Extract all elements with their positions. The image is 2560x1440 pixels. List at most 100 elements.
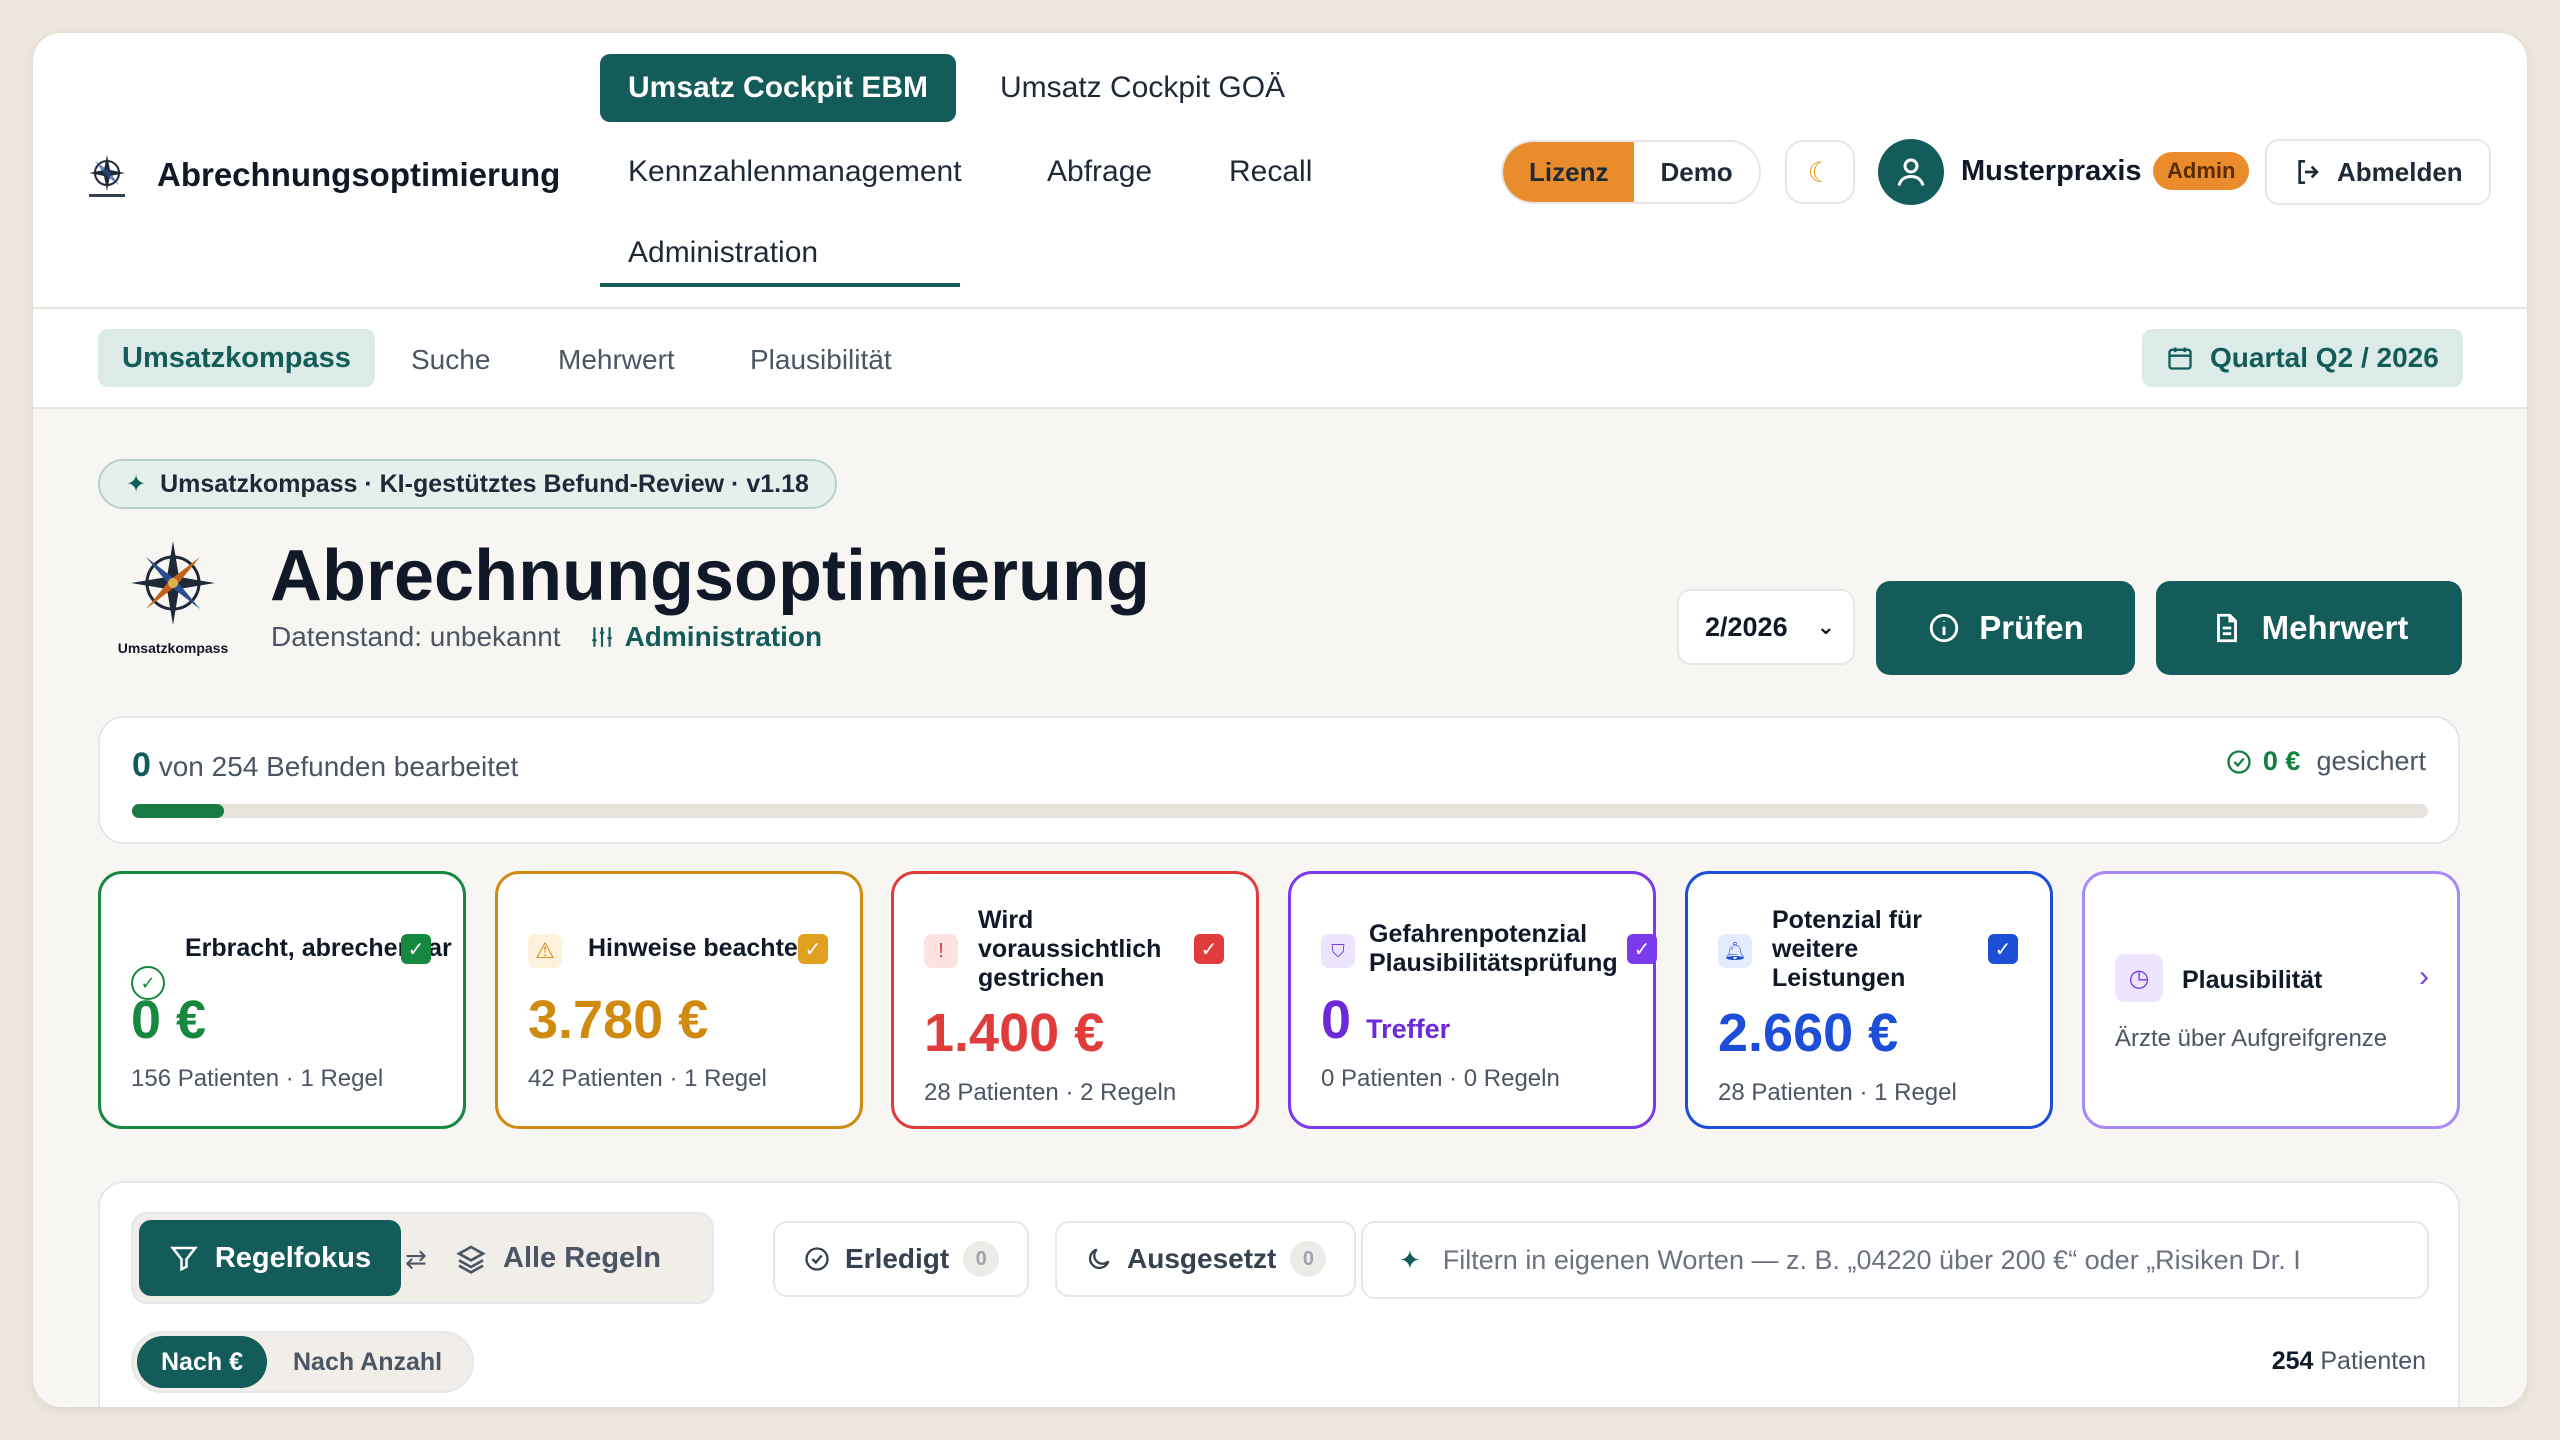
- app-title: Abrechnungsoptimierung: [157, 156, 561, 193]
- alle-regeln-button[interactable]: Alle Regeln: [455, 1242, 661, 1275]
- kpi-subtitle: 42 Patienten · 1 Regel: [528, 1065, 767, 1092]
- checkmark-icon: ✓: [407, 938, 425, 961]
- demo-button[interactable]: Demo: [1634, 142, 1758, 202]
- kpi-card-gestrichen[interactable]: ! Wird voraussichtlich gestrichen ✓ 1.40…: [891, 871, 1259, 1129]
- sparkle-icon: ✦: [1399, 1244, 1421, 1275]
- patient-count: 254 Patienten: [2272, 1347, 2426, 1376]
- user-name: Musterpraxis: [1961, 155, 2142, 187]
- tab-umsatzkompass[interactable]: Umsatzkompass: [98, 329, 375, 387]
- kpi-value: 0 Treffer: [1321, 989, 1450, 1051]
- layers-icon: [456, 1244, 486, 1274]
- nav-umsatz-cockpit-ebm[interactable]: Umsatz Cockpit EBM: [600, 54, 957, 122]
- dark-mode-toggle[interactable]: ☾: [1785, 140, 1855, 204]
- kpi-card-erbracht[interactable]: ✓ Erbracht, abrechenbar ✓ 0 € 156 Patien…: [98, 871, 466, 1129]
- kpi-checkbox[interactable]: ✓: [401, 934, 431, 964]
- user-avatar[interactable]: [1878, 139, 1944, 205]
- quarter-label: Quartal Q2 / 2026: [2210, 342, 2439, 373]
- clock-icon: ◷: [2115, 954, 2163, 1002]
- kpi-card-plausibilitaet[interactable]: ◷ Plausibilität › Ärzte über Aufgreifgre…: [2082, 871, 2460, 1129]
- brand[interactable]: Abrechnungsoptimierung: [81, 149, 560, 201]
- kpi-card-hinweise[interactable]: ⚠ Hinweise beachten ✓ 3.780 € 42 Patient…: [495, 871, 863, 1129]
- chevron-right-icon: ›: [2419, 960, 2429, 993]
- secured-amount: 0 € gesichert: [2225, 746, 2426, 777]
- checkmark-icon: ✓: [804, 938, 822, 961]
- sort-by-euro-button[interactable]: Nach €: [137, 1336, 267, 1388]
- data-status: Datenstand: unbekannt: [271, 621, 561, 652]
- progress-card: 0 von 254 Befunden bearbeitet 0 € gesich…: [98, 716, 2460, 844]
- kpi-checkbox[interactable]: ✓: [1988, 934, 2018, 964]
- mehrwert-button[interactable]: Mehrwert: [2156, 581, 2462, 675]
- chevron-down-icon: ⌄: [1816, 614, 1835, 639]
- secured-value: 0 €: [2262, 746, 2301, 776]
- lizenz-button[interactable]: Lizenz: [1503, 142, 1635, 202]
- sort-toggle: Nach € Nach Anzahl: [131, 1331, 475, 1393]
- bell-icon: 🔔︎: [1718, 934, 1752, 968]
- logout-label: Abmelden: [2337, 156, 2463, 187]
- kpi-title: Gefahrenpotenzial Plausibilitätsprüfung: [1369, 920, 1618, 977]
- kpi-value: 2.660 €: [1718, 1003, 1899, 1063]
- nav-recall[interactable]: Recall: [1229, 138, 1312, 206]
- processed-count: 0: [132, 746, 151, 784]
- erledigt-label: Erledigt: [845, 1243, 950, 1274]
- filter-card: Regelfokus ⇄ Alle Regeln Erledigt 0 Ausg…: [98, 1181, 2460, 1407]
- regelfokus-label: Regelfokus: [214, 1241, 372, 1274]
- sparkle-icon: ✦: [126, 470, 147, 498]
- logout-icon: [2298, 160, 2319, 184]
- processed-label: von 254 Befunden bearbeitet: [158, 751, 519, 782]
- kpi-checkbox[interactable]: ✓: [1194, 934, 1224, 964]
- quarter-selector[interactable]: Quartal Q2 / 2026: [2142, 329, 2463, 387]
- checkmark-icon: ✓: [1200, 938, 1218, 961]
- administration-link[interactable]: Administration: [589, 621, 822, 653]
- kpi-value-number: 0: [1321, 990, 1352, 1050]
- progress-text: 0 von 254 Befunden bearbeitet: [132, 746, 518, 785]
- natural-language-filter-input[interactable]: ✦ Filtern in eigenen Worten — z. B. „042…: [1361, 1221, 2429, 1299]
- version-chip: ✦ Umsatzkompass · KI-gestütztes Befund-R…: [98, 459, 837, 509]
- nav-abfrage[interactable]: Abfrage: [1047, 138, 1152, 206]
- ausgesetzt-button[interactable]: Ausgesetzt 0: [1055, 1221, 1357, 1297]
- kpi-title: Plausibilität: [2182, 966, 2323, 994]
- pruefen-button[interactable]: Prüfen: [1876, 581, 2135, 675]
- tab-plausibilitaet[interactable]: Plausibilität: [750, 344, 892, 376]
- kpi-checkbox[interactable]: ✓: [798, 934, 828, 964]
- patient-count-label: Patienten: [2320, 1347, 2426, 1375]
- nav-umsatz-cockpit-goa[interactable]: Umsatz Cockpit GOÄ: [1000, 54, 1285, 122]
- filter-icon: [170, 1246, 198, 1272]
- kpi-checkbox[interactable]: ✓: [1627, 934, 1657, 964]
- patient-count-value: 254: [2271, 1347, 2314, 1375]
- kpi-subtitle: 0 Patienten · 0 Regeln: [1321, 1065, 1560, 1092]
- alert-icon: !: [924, 934, 958, 968]
- alle-regeln-label: Alle Regeln: [503, 1242, 661, 1274]
- compass-logo-icon: [89, 155, 125, 197]
- umsatzkompass-logo: Umsatzkompass: [103, 533, 243, 663]
- kpi-subtitle: 28 Patienten · 2 Regeln: [924, 1079, 1177, 1106]
- ausgesetzt-count: 0: [1290, 1241, 1327, 1277]
- pruefen-label: Prüfen: [1979, 609, 2084, 646]
- erledigt-button[interactable]: Erledigt 0: [773, 1221, 1030, 1297]
- kpi-card-potenzial[interactable]: 🔔︎ Potenzial für weitere Leistungen ✓ 2.…: [1685, 871, 2053, 1129]
- regelfokus-button[interactable]: Regelfokus: [139, 1220, 401, 1296]
- logout-button[interactable]: Abmelden: [2265, 139, 2491, 205]
- sort-by-count-button[interactable]: Nach Anzahl: [267, 1336, 468, 1388]
- tab-suche[interactable]: Suche: [411, 344, 490, 376]
- nav-administration[interactable]: Administration: [600, 219, 960, 287]
- kpi-value-suffix: Treffer: [1366, 1014, 1451, 1044]
- app-window: Abrechnungsoptimierung Umsatz Cockpit EB…: [33, 33, 2527, 1407]
- swap-icon: ⇄: [405, 1244, 427, 1274]
- period-select[interactable]: 2/2026 ⌄: [1677, 589, 1855, 665]
- page-subtitle: Datenstand: unbekannt Administration: [271, 621, 822, 653]
- kpi-title: Hinweise beachten: [588, 934, 814, 962]
- moon-icon: ☾: [1807, 156, 1833, 188]
- tab-mehrwert[interactable]: Mehrwert: [558, 344, 675, 376]
- rule-mode-toggle: Regelfokus ⇄ Alle Regeln: [131, 1212, 714, 1304]
- kpi-subtitle: Ärzte über Aufgreifgrenze: [2115, 1025, 2388, 1052]
- ausgesetzt-label: Ausgesetzt: [1127, 1243, 1277, 1274]
- period-select-value: 2/2026: [1705, 611, 1788, 642]
- version-chip-label: Umsatzkompass · KI-gestütztes Befund-Rev…: [160, 469, 809, 498]
- user-icon: [1897, 158, 1925, 186]
- compass-rose-icon: [131, 541, 215, 625]
- warning-icon: ⚠: [528, 934, 562, 968]
- top-navigation-bar: Abrechnungsoptimierung Umsatz Cockpit EB…: [33, 33, 2527, 309]
- nav-kennzahlenmanagement[interactable]: Kennzahlenmanagement: [628, 138, 962, 206]
- secured-label: gesichert: [2316, 746, 2426, 776]
- kpi-card-gefahrenpotenzial[interactable]: ⛉ Gefahrenpotenzial Plausibilitätsprüfun…: [1288, 871, 1657, 1129]
